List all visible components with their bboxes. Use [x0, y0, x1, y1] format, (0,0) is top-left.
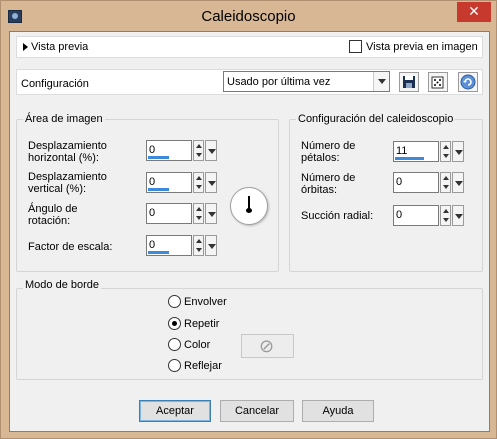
petals-label: Número de pétalos:	[301, 140, 356, 164]
scale-label: Factor de escala:	[28, 241, 113, 253]
dialog-window: Caleidoscopio ✕ Vista previa Vista previ…	[0, 0, 497, 439]
petals-slider-fill	[395, 157, 424, 160]
preset-value: Usado por última vez	[227, 76, 331, 88]
config-label: Configuración	[21, 78, 89, 90]
radio-reflect-label[interactable]: Reflejar	[184, 360, 222, 372]
radio-color[interactable]	[168, 338, 181, 351]
radial-suction-input[interactable]: 0	[393, 205, 439, 226]
preset-dropdown[interactable]: Usado por última vez	[223, 71, 390, 92]
v-offset-label: Desplazamiento vertical (%):	[28, 171, 107, 195]
scale-value: 0	[149, 239, 156, 251]
h-offset-spinner[interactable]	[193, 140, 204, 161]
disabled-icon: ⊘	[259, 336, 275, 356]
window-title: Caleidoscopio	[201, 8, 296, 25]
petals-dropdown[interactable]	[452, 141, 464, 162]
petals-spinner[interactable]	[440, 141, 451, 162]
h-offset-input[interactable]: 0	[146, 140, 192, 161]
border-mode-title: Modo de borde	[23, 279, 101, 291]
radio-color-label[interactable]: Color	[184, 339, 210, 351]
v-offset-spinner[interactable]	[193, 172, 204, 193]
orbits-label: Número de órbitas:	[301, 172, 356, 196]
title-bar[interactable]: Caleidoscopio ✕	[1, 1, 496, 31]
h-offset-label: Desplazamiento horizontal (%):	[28, 140, 107, 164]
h-offset-slider-fill	[148, 156, 169, 159]
rotation-spinner[interactable]	[193, 203, 204, 224]
random-dice-icon	[431, 76, 444, 89]
radio-repeat-label[interactable]: Repetir	[184, 318, 219, 330]
kaleido-title: Configuración del caleidoscopio	[296, 113, 456, 125]
rotation-value: 0	[149, 207, 156, 219]
randomize-button[interactable]	[428, 72, 448, 92]
help-button[interactable]: Ayuda	[302, 400, 374, 422]
petals-input[interactable]: 11	[393, 141, 439, 162]
radio-repeat[interactable]	[168, 317, 181, 330]
ok-button[interactable]: Aceptar	[139, 400, 211, 422]
dialog-content: Vista previa Vista previa en imagen Conf…	[9, 31, 490, 432]
v-offset-value: 0	[149, 176, 156, 188]
close-button[interactable]: ✕	[457, 2, 491, 22]
rotation-dial[interactable]	[230, 187, 268, 225]
v-offset-slider-fill	[148, 188, 169, 191]
petals-value: 11	[396, 145, 408, 157]
expand-triangle-icon[interactable]	[23, 43, 28, 51]
rotation-label: Ángulo de rotación:	[28, 203, 78, 227]
radio-reflect[interactable]	[168, 359, 181, 372]
h-offset-dropdown[interactable]	[205, 140, 217, 161]
radial-suction-dropdown[interactable]	[452, 205, 464, 226]
scale-slider-fill	[148, 251, 169, 254]
orbits-value: 0	[396, 176, 403, 188]
h-offset-value: 0	[149, 144, 156, 156]
cancel-button[interactable]: Cancelar	[220, 400, 294, 422]
orbits-spinner[interactable]	[440, 172, 451, 193]
scale-dropdown[interactable]	[205, 235, 217, 256]
dial-center	[246, 208, 252, 213]
preview-on-image-checkbox[interactable]	[349, 40, 362, 53]
image-area-title: Área de imagen	[23, 113, 105, 125]
chevron-down-icon	[373, 72, 389, 91]
radial-suction-spinner[interactable]	[440, 205, 451, 226]
scale-spinner[interactable]	[193, 235, 204, 256]
radio-wrap-label[interactable]: Envolver	[184, 296, 227, 308]
rotation-dropdown[interactable]	[205, 203, 217, 224]
scale-input[interactable]: 0	[146, 235, 192, 256]
v-offset-input[interactable]: 0	[146, 172, 192, 193]
preview-on-image-label: Vista previa en imagen	[366, 41, 478, 53]
v-offset-dropdown[interactable]	[205, 172, 217, 193]
rotation-input[interactable]: 0	[146, 203, 192, 224]
radio-wrap[interactable]	[168, 295, 181, 308]
save-preset-button[interactable]	[399, 72, 419, 92]
border-color-swatch[interactable]: ⊘	[241, 334, 294, 358]
preview-toggle-label[interactable]: Vista previa	[31, 41, 88, 53]
reset-icon	[460, 74, 476, 90]
radial-suction-label: Succión radial:	[301, 210, 374, 222]
save-icon	[403, 76, 415, 88]
orbits-input[interactable]: 0	[393, 172, 439, 193]
radial-suction-value: 0	[396, 209, 403, 221]
orbits-dropdown[interactable]	[452, 172, 464, 193]
reset-button[interactable]	[458, 72, 478, 92]
preview-bar: Vista previa Vista previa en imagen	[16, 36, 483, 58]
